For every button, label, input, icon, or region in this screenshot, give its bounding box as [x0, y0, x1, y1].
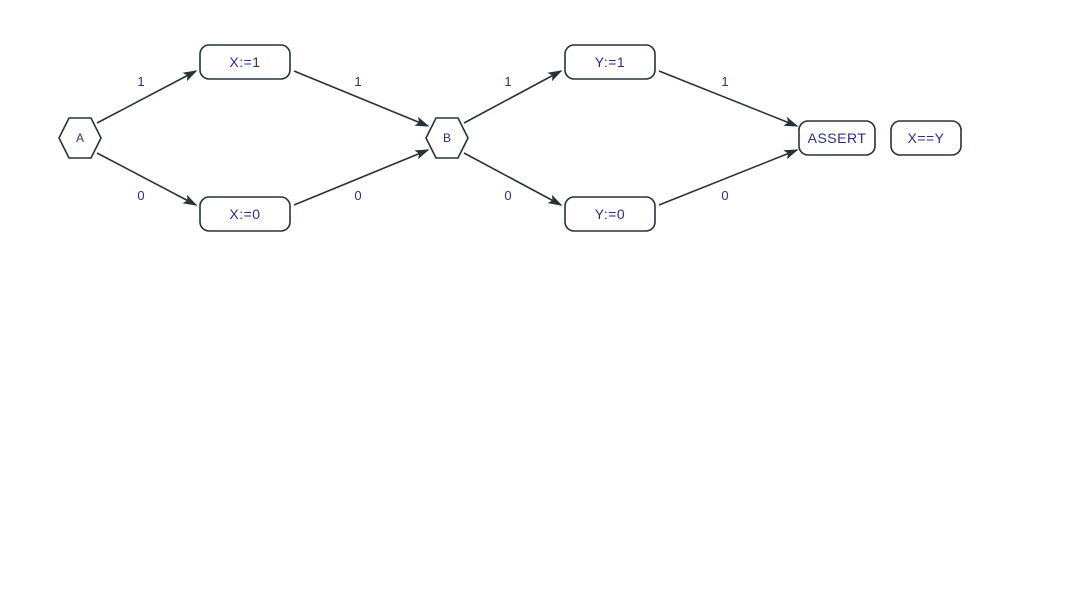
node-x0: X:=0 [200, 197, 290, 231]
edge-y0-assert: 0 [659, 150, 797, 205]
edge-label: 0 [504, 188, 511, 203]
node-label: X:=0 [229, 206, 260, 222]
node-xeqy: X==Y [891, 121, 961, 155]
edge-label: 1 [504, 74, 511, 89]
edge-a-x0: 0 [97, 153, 196, 205]
edge-x1-b: 1 [294, 71, 428, 126]
edge-label: 0 [137, 188, 144, 203]
node-label: A [76, 131, 84, 145]
edge-label: 0 [721, 188, 728, 203]
node-x1: X:=1 [200, 45, 290, 79]
node-y0: Y:=0 [565, 197, 655, 231]
edge-label: 1 [721, 74, 728, 89]
node-label: ASSERT [808, 130, 867, 146]
edge-b-y0: 0 [464, 153, 561, 205]
nodes: A X:=1 X:=0 B Y:=1 Y:=0 AS [59, 45, 961, 231]
node-label: B [443, 131, 451, 145]
edge-label: 0 [354, 188, 361, 203]
edge-label: 1 [137, 74, 144, 89]
node-y1: Y:=1 [565, 45, 655, 79]
edge-x0-b: 0 [294, 150, 428, 205]
edge-label: 1 [354, 74, 361, 89]
flow-diagram: 1 0 1 0 1 0 1 [0, 0, 1080, 608]
node-b: B [426, 118, 468, 158]
node-label: Y:=0 [595, 206, 625, 222]
node-a: A [59, 118, 101, 158]
edge-a-x1: 1 [97, 71, 196, 123]
edge-b-y1: 1 [464, 71, 561, 123]
node-label: X:=1 [229, 54, 260, 70]
node-assert: ASSERT [799, 121, 875, 155]
edge-y1-assert: 1 [659, 71, 797, 126]
node-label: Y:=1 [595, 54, 625, 70]
node-label: X==Y [907, 130, 944, 146]
